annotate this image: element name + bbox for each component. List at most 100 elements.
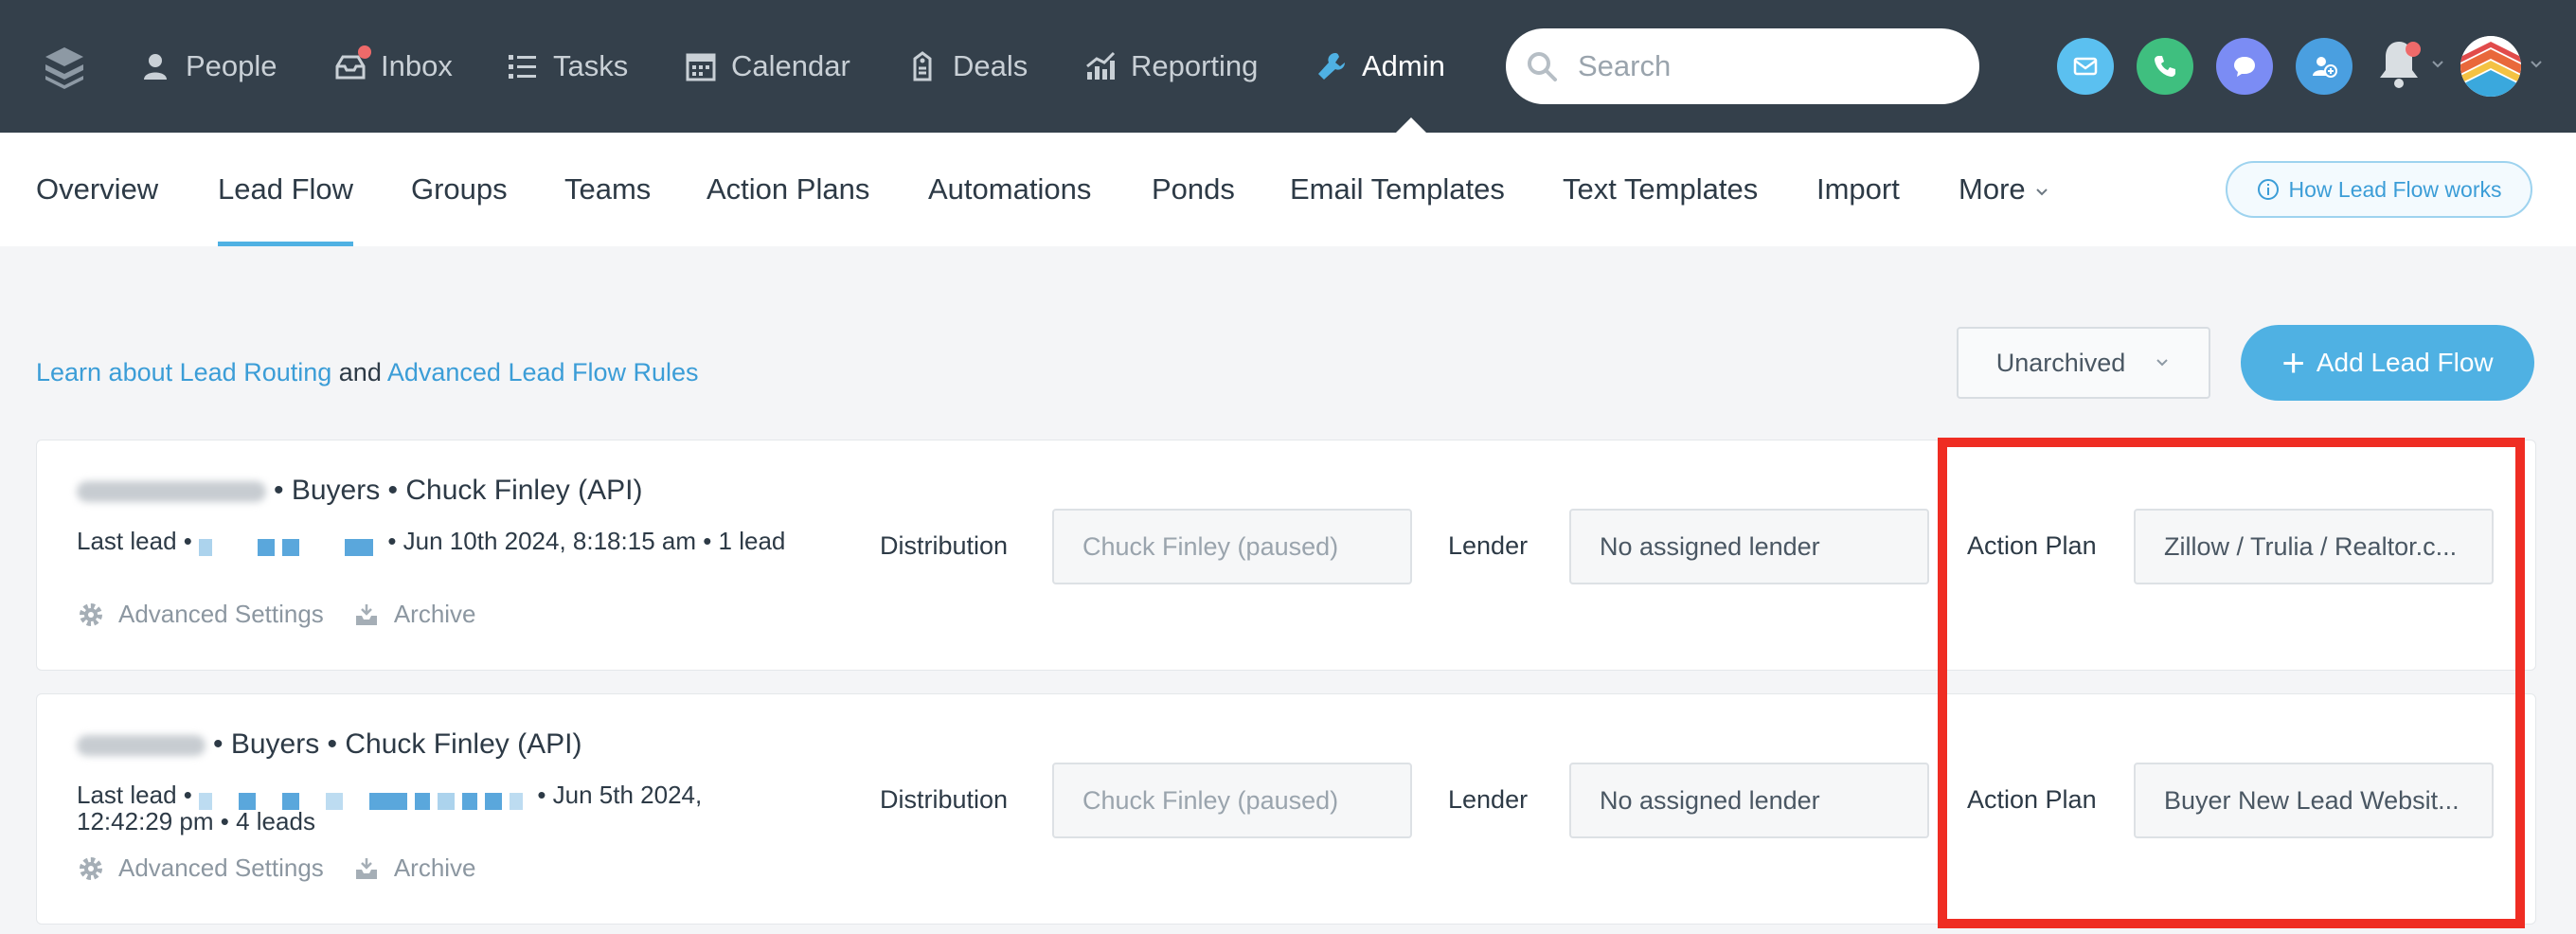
help-links: Learn about Lead Routing and Advanced Le… bbox=[36, 358, 699, 387]
archive-filter-dropdown[interactable]: Unarchived bbox=[1957, 327, 2210, 399]
redacted-source-name bbox=[77, 481, 266, 503]
lender-value: No assigned lender bbox=[1600, 531, 1820, 561]
chevron-down-icon bbox=[2156, 359, 2168, 367]
nav-item-people[interactable]: People bbox=[138, 0, 277, 133]
active-nav-pointer bbox=[1396, 117, 1426, 133]
search-icon bbox=[1528, 52, 1557, 81]
lender-label: Lender bbox=[1448, 785, 1529, 814]
tab-label: Action Plans bbox=[707, 172, 870, 206]
chevron-down-icon[interactable] bbox=[2430, 57, 2445, 72]
tab-email-templates[interactable]: Email Templates bbox=[1290, 133, 1505, 246]
email-button[interactable] bbox=[2057, 38, 2114, 95]
lead-flow-title: • Buyers • Chuck Finley (API) bbox=[77, 475, 642, 507]
chevron-down-icon bbox=[2035, 189, 2048, 196]
distribution-select[interactable]: Chuck Finley (paused) bbox=[1052, 509, 1412, 584]
info-icon bbox=[2257, 179, 2279, 200]
lead-routing-link[interactable]: Learn about Lead Routing bbox=[36, 358, 331, 386]
nav-item-label: Reporting bbox=[1131, 49, 1259, 82]
deals-icon bbox=[905, 49, 939, 83]
chart-icon bbox=[1083, 49, 1118, 83]
notification-dot bbox=[2406, 42, 2421, 57]
add-button-label: Add Lead Flow bbox=[2316, 348, 2494, 377]
admin-sub-navigation bbox=[0, 133, 2576, 246]
email-icon bbox=[2073, 57, 2098, 76]
help-button-label: How Lead Flow works bbox=[2288, 176, 2502, 202]
add-contact-button[interactable] bbox=[2296, 38, 2352, 95]
archive-link[interactable]: Archive bbox=[352, 853, 476, 883]
last-lead-info: Last lead • • Jun 5th 2024, 12:42:29 pm … bbox=[77, 781, 796, 835]
redacted-source-name bbox=[77, 735, 206, 757]
lender-value: No assigned lender bbox=[1600, 785, 1820, 815]
nav-item-tasks[interactable]: Tasks bbox=[506, 0, 628, 133]
chat-button[interactable] bbox=[2216, 38, 2273, 95]
tab-teams[interactable]: Teams bbox=[564, 133, 651, 246]
advanced-settings-label: Advanced Settings bbox=[118, 600, 324, 628]
last-lead-label: Last lead • bbox=[77, 527, 192, 555]
tab-more[interactable]: More bbox=[1959, 133, 2050, 246]
advanced-settings-label: Advanced Settings bbox=[118, 853, 324, 882]
tab-text-templates[interactable]: Text Templates bbox=[1563, 133, 1758, 246]
annotation-highlight-box bbox=[1938, 438, 2525, 928]
nav-item-deals[interactable]: Deals bbox=[905, 0, 1028, 133]
advanced-settings-link[interactable]: Advanced Settings bbox=[77, 600, 324, 629]
archive-tray-icon bbox=[355, 857, 377, 879]
distribution-value: Chuck Finley (paused) bbox=[1082, 785, 1339, 815]
add-lead-flow-button[interactable]: + Add Lead Flow bbox=[2241, 325, 2534, 401]
nav-item-label: Admin bbox=[1362, 49, 1445, 82]
nav-item-reporting[interactable]: Reporting bbox=[1083, 0, 1258, 133]
tab-label: Automations bbox=[928, 172, 1092, 206]
archive-link[interactable]: Archive bbox=[352, 600, 476, 629]
add-person-icon bbox=[2313, 57, 2337, 78]
tab-lead-flow[interactable]: Lead Flow bbox=[218, 133, 354, 246]
lead-flow-title: • Buyers • Chuck Finley (API) bbox=[77, 728, 581, 761]
card-actions: Advanced Settings Archive bbox=[77, 600, 505, 629]
nav-item-label: Tasks bbox=[553, 49, 629, 82]
tab-overview[interactable]: Overview bbox=[36, 133, 158, 246]
tab-ponds[interactable]: Ponds bbox=[1152, 133, 1235, 246]
lender-select[interactable]: No assigned lender bbox=[1569, 509, 1929, 584]
last-lead-label: Last lead • bbox=[77, 781, 192, 809]
distribution-label: Distribution bbox=[880, 531, 1009, 560]
card-actions: Advanced Settings Archive bbox=[77, 853, 505, 883]
user-avatar[interactable] bbox=[2460, 36, 2521, 97]
archive-tray-icon bbox=[355, 603, 377, 625]
distribution-label: Distribution bbox=[880, 785, 1009, 814]
nav-item-label: Calendar bbox=[731, 49, 850, 82]
tab-label: Email Templates bbox=[1290, 172, 1505, 206]
lead-flow-title-text: • Buyers • Chuck Finley (API) bbox=[274, 475, 643, 506]
connector-text: and bbox=[338, 358, 382, 386]
gear-icon bbox=[80, 602, 102, 626]
lender-select[interactable]: No assigned lender bbox=[1569, 763, 1929, 838]
search-input[interactable] bbox=[1578, 49, 1957, 83]
tab-label: Overview bbox=[36, 172, 159, 206]
tab-automations[interactable]: Automations bbox=[928, 133, 1091, 246]
how-lead-flow-works-button[interactable]: How Lead Flow works bbox=[2226, 161, 2532, 218]
tab-label: Import bbox=[1816, 172, 1900, 206]
nav-item-label: Inbox bbox=[381, 49, 453, 82]
app-logo-icon[interactable] bbox=[42, 44, 87, 89]
search-box[interactable] bbox=[1506, 28, 1979, 104]
nav-item-label: People bbox=[186, 49, 277, 82]
distribution-select[interactable]: Chuck Finley (paused) bbox=[1052, 763, 1412, 838]
nav-item-admin[interactable]: Admin bbox=[1315, 0, 1445, 133]
tab-label: Groups bbox=[411, 172, 508, 206]
tab-action-plans[interactable]: Action Plans bbox=[707, 133, 869, 246]
phone-button[interactable] bbox=[2137, 38, 2193, 95]
filter-value: Unarchived bbox=[1995, 348, 2126, 377]
phone-icon bbox=[2155, 56, 2175, 77]
tab-groups[interactable]: Groups bbox=[411, 133, 508, 246]
chevron-down-icon[interactable] bbox=[2529, 57, 2544, 72]
tab-import[interactable]: Import bbox=[1816, 133, 1900, 246]
tab-label: Teams bbox=[564, 172, 652, 206]
gear-icon bbox=[80, 856, 102, 880]
lender-label: Lender bbox=[1448, 531, 1529, 560]
nav-item-calendar[interactable]: Calendar bbox=[684, 0, 850, 133]
unread-dot bbox=[358, 45, 371, 59]
inbox-icon bbox=[333, 45, 371, 83]
nav-item-inbox[interactable]: Inbox bbox=[333, 0, 453, 133]
advanced-rules-link[interactable]: Advanced Lead Flow Rules bbox=[387, 358, 699, 386]
last-lead-info: Last lead • • Jun 10th 2024, 8:18:15 am … bbox=[77, 527, 796, 557]
archive-label: Archive bbox=[393, 600, 476, 628]
tab-label: More bbox=[1959, 172, 2026, 206]
advanced-settings-link[interactable]: Advanced Settings bbox=[77, 853, 324, 883]
